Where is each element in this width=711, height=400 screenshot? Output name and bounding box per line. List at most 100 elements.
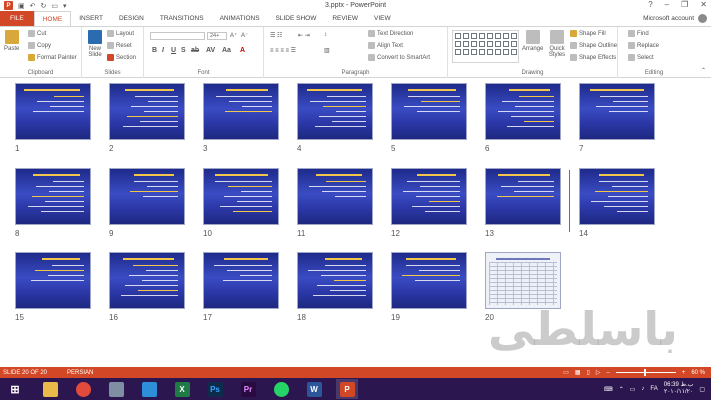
close-button[interactable]: ✕ [700,0,707,9]
arrange-button[interactable]: Arrange [522,30,543,52]
slide-thumbnail[interactable] [203,83,279,140]
slide-sorter-view-icon[interactable]: ▦ [575,369,581,376]
tab-home[interactable]: HOME [33,11,72,26]
slide-thumbnail[interactable] [485,83,561,140]
shapes-gallery[interactable] [452,30,519,63]
select-button[interactable]: Select [628,54,654,61]
shrink-font-icon[interactable]: A⁻ [241,32,248,39]
restore-button[interactable]: ❐ [681,0,688,9]
zoom-out-icon[interactable]: – [606,370,609,376]
indent-icon[interactable]: ⇤ ⇥ [298,32,310,39]
taskbar-word[interactable]: W [303,379,325,399]
slide-thumbnail[interactable] [109,252,185,309]
tab-design[interactable]: DESIGN [111,11,152,26]
slide-thumbnail[interactable] [203,168,279,225]
slide-thumbnail[interactable] [203,252,279,309]
help-button[interactable]: ? [648,0,652,9]
shape-fill-button[interactable]: Shape Fill [570,30,606,37]
taskbar-explorer[interactable] [39,379,61,399]
input-language[interactable]: FA [650,386,657,392]
up-arrow-icon[interactable]: ⌃ [619,386,624,393]
slide-thumbnail[interactable] [297,252,373,309]
slide-thumbnail[interactable] [15,168,91,225]
underline-icon[interactable]: U [171,47,176,54]
normal-view-icon[interactable]: ▭ [563,369,569,376]
slide-thumbnail[interactable] [15,252,91,309]
italic-icon[interactable]: I [162,47,164,54]
slide-thumbnail[interactable] [391,168,467,225]
tab-review[interactable]: REVIEW [324,11,366,26]
taskbar-photoshop[interactable]: Ps [204,379,226,399]
font-size-select[interactable]: 24+ [207,32,227,40]
bold-icon[interactable]: B [152,47,157,54]
slide-thumbnail[interactable] [109,168,185,225]
tab-slide-show[interactable]: SLIDE SHOW [268,11,325,26]
taskbar-chrome[interactable] [72,379,94,399]
volume-icon[interactable]: ♪ [641,386,644,392]
keyboard-icon[interactable]: ⌨ [604,386,613,393]
new-slide-icon [88,30,102,44]
minimize-button[interactable]: – [665,0,669,9]
font-color-icon[interactable]: A [240,47,245,54]
align-text-button[interactable]: Align Text [368,42,403,49]
format-painter-button[interactable]: Format Painter [28,54,77,61]
spacing-icon[interactable]: AV [206,47,215,54]
find-button[interactable]: Find [628,30,649,37]
shape-effects-button[interactable]: Shape Effects [570,54,616,61]
tab-view[interactable]: VIEW [366,11,399,26]
tab-animations[interactable]: ANIMATIONS [212,11,268,26]
layout-button[interactable]: Layout [107,30,134,37]
bullets-icon[interactable]: ☰ ☷ [270,32,282,39]
tab-insert[interactable]: INSERT [71,11,111,26]
replace-button[interactable]: Replace [628,42,659,49]
reading-view-icon[interactable]: ▯ [587,369,590,376]
font-family-select[interactable] [150,32,205,40]
cut-button[interactable]: Cut [28,30,46,37]
collapse-ribbon-icon[interactable]: ⌃ [701,67,706,74]
taskbar-store[interactable] [138,379,160,399]
copy-button[interactable]: Copy [28,42,51,49]
slide-thumbnail[interactable] [391,83,467,140]
tab-file[interactable]: FILE [0,11,34,26]
slide-thumbnail[interactable] [297,83,373,140]
zoom-slider[interactable] [615,369,676,376]
change-case-icon[interactable]: Aa [222,47,231,54]
language-indicator[interactable]: PERSIAN [67,370,93,376]
start-button[interactable]: ⊞ [2,379,28,399]
new-slide-button[interactable]: New Slide [86,30,104,58]
slide-thumbnail[interactable] [579,83,655,140]
quick-styles-button[interactable]: Quick Styles [546,30,568,58]
shape-outline-button[interactable]: Shape Outline [570,42,617,49]
taskbar-excel[interactable]: X [171,379,193,399]
slide-thumbnail[interactable] [15,83,91,140]
strikethrough-icon[interactable]: ab [191,47,199,54]
slide-thumbnail[interactable] [485,168,561,225]
zoom-in-icon[interactable]: + [682,370,686,376]
align-icons[interactable]: ≡ ≡ ≡ ≡ ☰ [270,47,296,54]
slide-thumbnail[interactable] [579,168,655,225]
taskbar-devices[interactable] [105,379,127,399]
grow-font-icon[interactable]: A⁺ [230,32,237,39]
taskbar-premiere[interactable]: Pr [237,379,259,399]
shadow-icon[interactable]: S [181,47,186,54]
line-spacing-icon[interactable]: ↕ [324,32,327,38]
battery-icon[interactable]: ▭ [630,386,636,393]
smartart-button[interactable]: Convert to SmartArt [368,54,430,61]
columns-icon[interactable]: ▥ [324,47,330,54]
slide-thumbnail[interactable] [297,168,373,225]
clock[interactable]: 06:39 ب.ظ ۲۰۱۰/۱۱/۲۰ [664,382,694,396]
taskbar-whatsapp[interactable] [270,379,292,399]
text-direction-button[interactable]: Text Direction [368,30,413,37]
taskbar-powerpoint[interactable]: P [336,379,358,399]
slide-thumbnail[interactable] [109,83,185,140]
reset-button[interactable]: Reset [107,42,132,49]
slide-thumbnail[interactable] [391,252,467,309]
slide-show-view-icon[interactable]: ▷ [596,369,601,376]
section-button[interactable]: Section [107,54,136,61]
zoom-level[interactable]: 60 % [691,370,705,376]
paste-button[interactable]: Paste [4,30,19,52]
slide-thumbnail[interactable] [485,252,561,309]
tab-transitions[interactable]: TRANSITIONS [152,11,212,26]
account-area[interactable]: Microsoft account [643,11,707,26]
notifications-icon[interactable]: ▢ [699,386,705,393]
